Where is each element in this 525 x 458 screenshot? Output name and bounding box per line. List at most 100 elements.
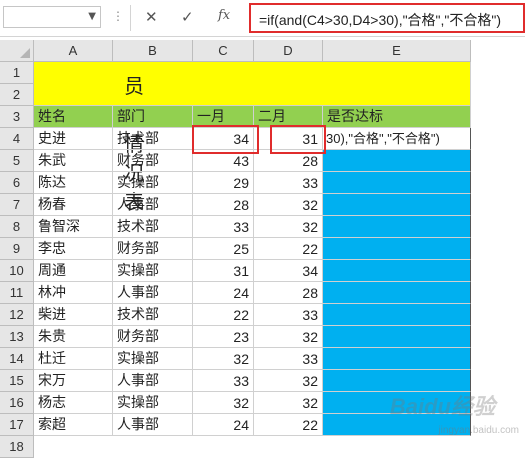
cell-feb[interactable]: 32 (254, 194, 323, 216)
cell-dept[interactable]: 人事部 (113, 370, 193, 392)
check-icon[interactable]: ✓ (181, 8, 194, 26)
select-all-corner[interactable] (0, 40, 34, 62)
cell-status[interactable] (323, 172, 471, 194)
cell-name[interactable]: 索超 (34, 414, 113, 436)
cell-jan[interactable]: 33 (193, 216, 254, 238)
cell-dept[interactable]: 人事部 (113, 282, 193, 304)
cell-feb[interactable]: 28 (254, 150, 323, 172)
cell-name[interactable]: 陈达 (34, 172, 113, 194)
cell-jan[interactable]: 22 (193, 304, 254, 326)
row-header-7[interactable]: 7 (0, 194, 34, 216)
row-header-2[interactable]: 2 (0, 84, 34, 106)
cell-name[interactable]: 杨春 (34, 194, 113, 216)
cell-dept[interactable]: 技术部 (113, 216, 193, 238)
insert-function-button[interactable]: fx (218, 8, 230, 23)
cell-jan[interactable]: 23 (193, 326, 254, 348)
cell-feb[interactable]: 32 (254, 216, 323, 238)
cell-dept[interactable]: 财务部 (113, 238, 193, 260)
cell-name[interactable]: 林冲 (34, 282, 113, 304)
cell-name[interactable]: 杨志 (34, 392, 113, 414)
cell-name[interactable]: 朱武 (34, 150, 113, 172)
cell-dept[interactable]: 实操部 (113, 260, 193, 282)
cell-name[interactable]: 周通 (34, 260, 113, 282)
cell-feb[interactable]: 33 (254, 172, 323, 194)
cell-dept[interactable]: 实操部 (113, 392, 193, 414)
cell-jan[interactable]: 31 (193, 260, 254, 282)
row-header-11[interactable]: 11 (0, 282, 34, 304)
cell-dept[interactable]: 技术部 (113, 304, 193, 326)
header-cell-feb[interactable]: 二月 (254, 106, 323, 128)
cell-dept[interactable]: 实操部 (113, 172, 193, 194)
row-header-16[interactable]: 16 (0, 392, 34, 414)
row-header-6[interactable]: 6 (0, 172, 34, 194)
cell-status[interactable] (323, 150, 471, 172)
row-header-17[interactable]: 17 (0, 414, 34, 436)
cell-feb[interactable]: 28 (254, 282, 323, 304)
close-icon[interactable]: ✕ (145, 8, 158, 26)
cell-jan[interactable]: 32 (193, 392, 254, 414)
row-header-15[interactable]: 15 (0, 370, 34, 392)
header-cell-dept[interactable]: 部门 (113, 106, 193, 128)
cell-dept[interactable]: 财务部 (113, 150, 193, 172)
column-header-b[interactable]: B (113, 40, 193, 62)
chevron-down-icon[interactable]: ▼ (88, 11, 96, 22)
cell-dept[interactable]: 财务部 (113, 326, 193, 348)
cell-name[interactable]: 李忠 (34, 238, 113, 260)
row-header-5[interactable]: 5 (0, 150, 34, 172)
name-box[interactable]: ▼ (3, 6, 101, 28)
formula-input[interactable]: =if(and(C4>30,D4>30),"合格","不合格") (249, 3, 525, 33)
row-header-9[interactable]: 9 (0, 238, 34, 260)
cell-jan[interactable]: 33 (193, 370, 254, 392)
row-header-13[interactable]: 13 (0, 326, 34, 348)
cell-dept[interactable]: 实操部 (113, 348, 193, 370)
cell-jan[interactable]: 25 (193, 238, 254, 260)
cell-name[interactable]: 柴进 (34, 304, 113, 326)
row-header-8[interactable]: 8 (0, 216, 34, 238)
cell-dept[interactable]: 人事部 (113, 194, 193, 216)
cell-dept[interactable]: 技术部 (113, 128, 193, 150)
cell-jan[interactable]: 24 (193, 414, 254, 436)
row-header-18[interactable]: 18 (0, 436, 34, 458)
cell-feb[interactable]: 34 (254, 260, 323, 282)
cell-feb[interactable]: 33 (254, 348, 323, 370)
cell-name[interactable]: 宋万 (34, 370, 113, 392)
cell-status[interactable] (323, 348, 471, 370)
row-header-14[interactable]: 14 (0, 348, 34, 370)
cell-status[interactable] (323, 216, 471, 238)
cell-feb[interactable]: 32 (254, 326, 323, 348)
cell-feb[interactable]: 32 (254, 370, 323, 392)
cell-status[interactable] (323, 238, 471, 260)
cell-status[interactable] (323, 260, 471, 282)
cell-jan[interactable]: 32 (193, 348, 254, 370)
cell-jan[interactable]: 34 (193, 128, 254, 150)
cell-status[interactable] (323, 282, 471, 304)
cell-name[interactable]: 鲁智深 (34, 216, 113, 238)
header-cell-jan[interactable]: 一月 (193, 106, 254, 128)
row-header-4[interactable]: 4 (0, 128, 34, 150)
cell-jan[interactable]: 29 (193, 172, 254, 194)
cell-feb[interactable]: 22 (254, 414, 323, 436)
cell-jan[interactable]: 24 (193, 282, 254, 304)
column-header-a[interactable]: A (34, 40, 113, 62)
column-header-e[interactable]: E (323, 40, 471, 62)
cell-status[interactable] (323, 304, 471, 326)
cell-name[interactable]: 杜迁 (34, 348, 113, 370)
cell-name[interactable]: 史进 (34, 128, 113, 150)
cell-name[interactable]: 朱贵 (34, 326, 113, 348)
cell-jan[interactable]: 28 (193, 194, 254, 216)
cell-status[interactable] (323, 326, 471, 348)
header-cell-status[interactable]: 是否达标 (323, 106, 471, 128)
row-header-1[interactable]: 1 (0, 62, 34, 84)
cell-status[interactable] (323, 194, 471, 216)
cell-dept[interactable]: 人事部 (113, 414, 193, 436)
cell-feb[interactable]: 32 (254, 392, 323, 414)
cell-feb[interactable]: 31 (254, 128, 323, 150)
row-header-12[interactable]: 12 (0, 304, 34, 326)
row-header-10[interactable]: 10 (0, 260, 34, 282)
header-cell-name[interactable]: 姓名 (34, 106, 113, 128)
cell-feb[interactable]: 33 (254, 304, 323, 326)
cell-jan[interactable]: 43 (193, 150, 254, 172)
column-header-d[interactable]: D (254, 40, 323, 62)
row-header-3[interactable]: 3 (0, 106, 34, 128)
column-header-c[interactable]: C (193, 40, 254, 62)
